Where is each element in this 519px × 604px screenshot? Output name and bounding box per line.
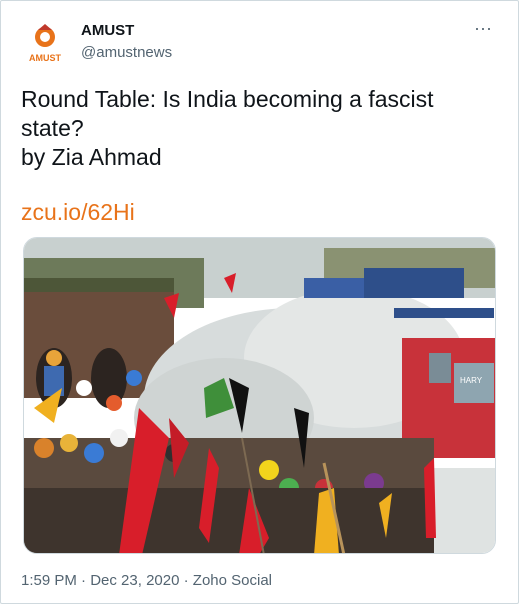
tweet-media[interactable]: HARY: [23, 237, 496, 554]
footer-separator: ·: [179, 572, 193, 589]
protest-photo: HARY: [24, 238, 495, 553]
tweet-footer: 1:59 PM · Dec 23, 2020 · Zoho Social: [21, 571, 272, 591]
tweet-card: AMUST AMUST @amustnews ··· Round Table: …: [0, 0, 519, 604]
tweet-text: Round Table: Is India becoming a fascist…: [21, 86, 434, 170]
svg-text:HARY: HARY: [460, 376, 483, 385]
display-name[interactable]: AMUST: [81, 21, 172, 41]
tweet-link[interactable]: zcu.io/62Hi: [21, 198, 135, 226]
avatar[interactable]: AMUST: [21, 21, 69, 69]
tweet-source[interactable]: Zoho Social: [193, 572, 272, 589]
tweet-date[interactable]: Dec 23, 2020: [90, 572, 179, 589]
tweet-header: AMUST AMUST @amustnews ···: [21, 19, 499, 69]
more-dots-icon[interactable]: ···: [469, 19, 497, 41]
account-names: AMUST @amustnews: [81, 21, 172, 63]
handle[interactable]: @amustnews: [81, 43, 172, 63]
tweet-time[interactable]: 1:59 PM: [21, 572, 77, 589]
amust-logo-icon: AMUST: [29, 24, 61, 63]
logo-text: AMUST: [29, 53, 61, 63]
footer-separator: ·: [76, 572, 91, 589]
